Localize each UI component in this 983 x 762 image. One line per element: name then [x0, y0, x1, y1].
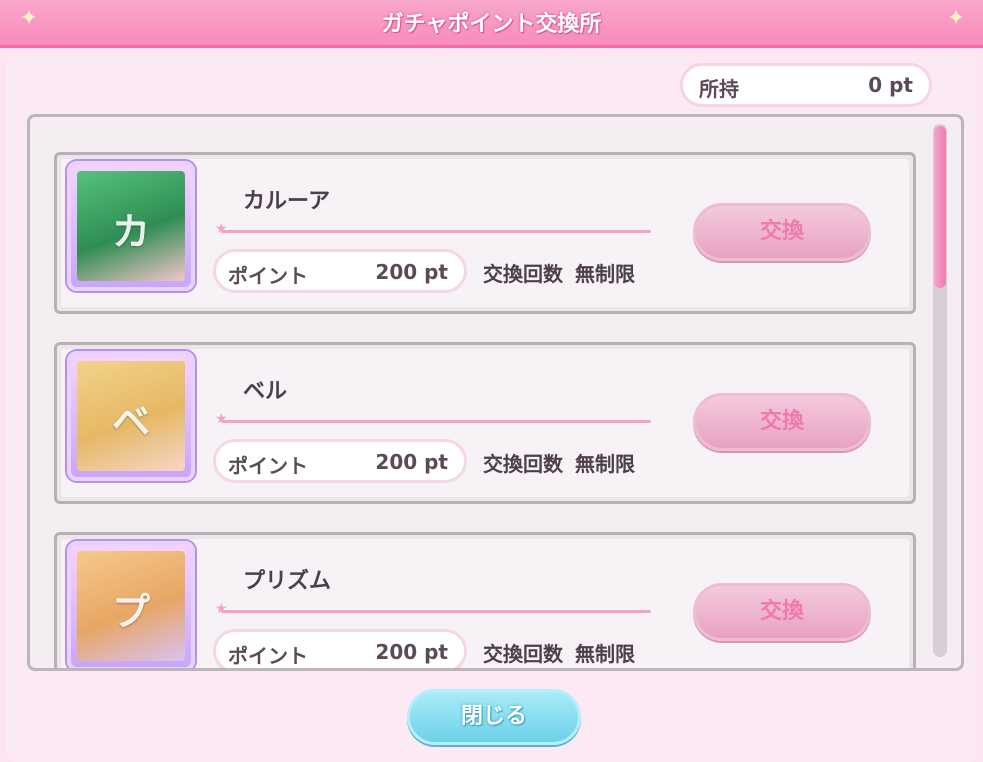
exchange-button[interactable]: 交換: [693, 203, 871, 261]
dialog-title: ガチャポイント交換所: [381, 12, 602, 37]
exchange-item: ベ ベル ★ ポイント 200 pt 交換回数 無制限 交換: [54, 342, 916, 504]
character-portrait: ベ: [67, 351, 195, 481]
exchange-button-label: 交換: [759, 599, 804, 624]
cost-label: ポイント: [228, 454, 308, 478]
exchange-item: カ カルーア ★ ポイント 200 pt 交換回数 無制限 交換: [54, 152, 916, 314]
exchange-count: 交換回数 無制限: [483, 448, 635, 477]
item-divider: ★: [215, 411, 651, 427]
owned-label: 所持: [699, 77, 739, 101]
item-cost: ポイント 200 pt: [213, 249, 467, 293]
item-divider: ★: [215, 601, 651, 617]
count-label: 交換回数: [483, 452, 563, 476]
owned-value: 0 pt: [868, 73, 913, 97]
count-value: 無制限: [575, 452, 635, 476]
star-icon: ★: [215, 411, 228, 427]
cost-label: ポイント: [228, 644, 308, 668]
item-cost: ポイント 200 pt: [213, 629, 467, 668]
item-name: カルーア: [243, 189, 331, 214]
cost-value: 200 pt: [375, 640, 448, 664]
scrollbar-thumb[interactable]: [934, 126, 946, 288]
star-icon: ★: [215, 601, 228, 617]
count-label: 交換回数: [483, 642, 563, 666]
sparkle-right-icon: ✦: [946, 6, 966, 31]
exchange-item: プ プリズム ★ ポイント 200 pt 交換回数 無制限 交換: [54, 532, 916, 668]
title-bar: ✦ ガチャポイント交換所 ✦: [0, 0, 983, 48]
star-icon: ★: [215, 221, 228, 237]
count-value: 無制限: [575, 642, 635, 666]
item-name: ベル: [243, 379, 288, 404]
exchange-button-label: 交換: [759, 219, 804, 244]
character-portrait: プ: [67, 541, 195, 668]
count-value: 無制限: [575, 262, 635, 286]
character-portrait: カ: [67, 161, 195, 291]
gacha-exchange-dialog: ✦ ガチャポイント交換所 ✦ 所持 0 pt カ カルーア ★ ポイント 200…: [0, 0, 983, 762]
owned-points-display: 所持 0 pt: [680, 63, 932, 107]
item-divider: ★: [215, 221, 651, 237]
count-label: 交換回数: [483, 262, 563, 286]
exchange-button[interactable]: 交換: [693, 583, 871, 641]
scrollbar[interactable]: [933, 124, 947, 657]
item-name: プリズム: [243, 569, 332, 594]
cost-label: ポイント: [228, 264, 308, 288]
exchange-count: 交換回数 無制限: [483, 258, 635, 287]
cost-value: 200 pt: [375, 450, 448, 474]
close-button-label: 閉じる: [460, 704, 527, 729]
item-cost: ポイント 200 pt: [213, 439, 467, 483]
exchange-button[interactable]: 交換: [693, 393, 871, 451]
exchange-button-label: 交換: [759, 409, 804, 434]
close-button[interactable]: 閉じる: [407, 689, 581, 745]
exchange-list[interactable]: カ カルーア ★ ポイント 200 pt 交換回数無制限 交換 ベ ベル ★: [27, 114, 964, 671]
exchange-count: 交換回数 無制限: [483, 638, 635, 667]
cost-value: 200 pt: [375, 260, 448, 284]
